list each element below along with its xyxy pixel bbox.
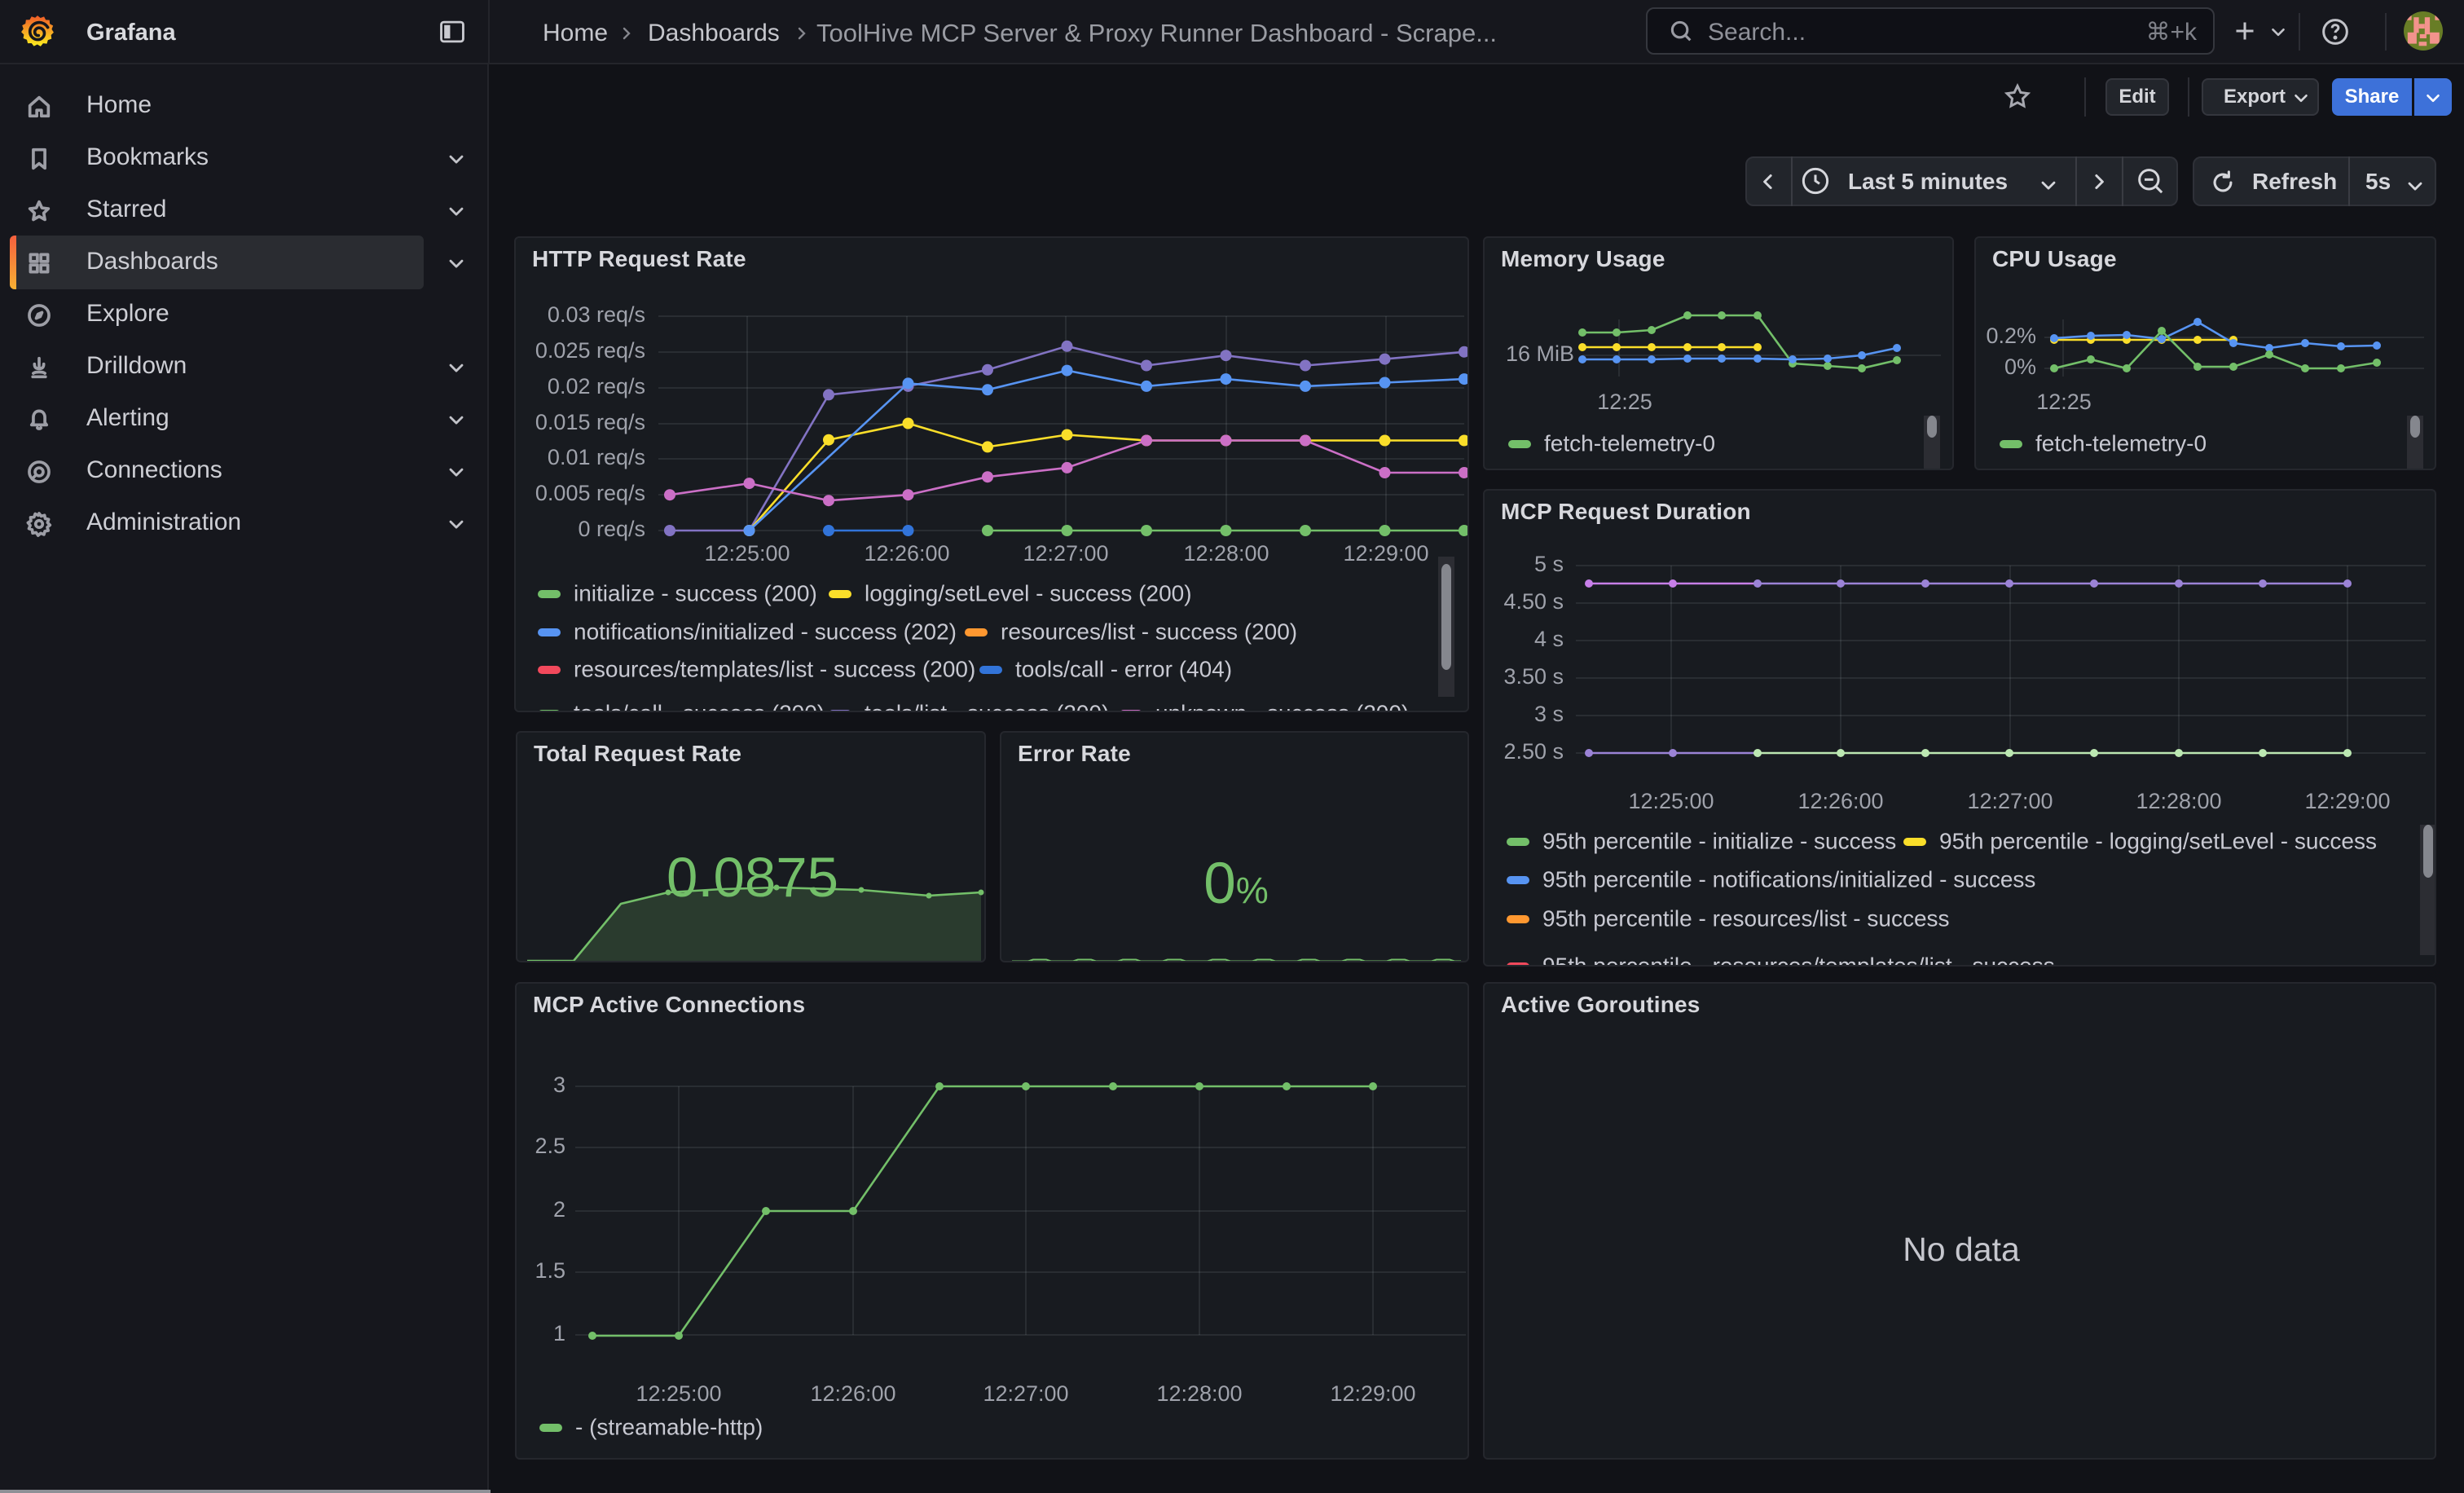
svg-text:12:29:00: 12:29:00 — [1330, 1381, 1415, 1406]
svg-text:- (streamable-http): - (streamable-http) — [575, 1414, 763, 1439]
svg-text:4.50 s: 4.50 s — [1503, 589, 1564, 614]
svg-text:12:27:00: 12:27:00 — [983, 1381, 1068, 1406]
svg-text:16 MiB: 16 MiB — [1506, 341, 1574, 366]
svg-text:4 s: 4 s — [1534, 627, 1564, 651]
svg-text:tools/call - success (200): tools/call - success (200) — [574, 700, 825, 712]
svg-text:fetch-telemetry-0: fetch-telemetry-0 — [1544, 430, 1715, 456]
svg-text:0.005 req/s: 0.005 req/s — [535, 481, 645, 505]
svg-text:logging/setLevel - success (20: logging/setLevel - success (200) — [865, 580, 1192, 606]
svg-text:0 req/s: 0 req/s — [578, 517, 645, 541]
svg-text:12:29:00: 12:29:00 — [2304, 789, 2390, 813]
svg-text:0.01 req/s: 0.01 req/s — [548, 445, 645, 469]
svg-text:95th percentile - initialize -: 95th percentile - initialize - success — [1542, 828, 1896, 853]
svg-text:0.2%: 0.2% — [1986, 324, 2036, 348]
svg-text:3: 3 — [553, 1072, 565, 1097]
svg-text:12:26:00: 12:26:00 — [864, 541, 949, 566]
svg-text:2.50 s: 2.50 s — [1503, 739, 1564, 764]
svg-text:0%: 0% — [2004, 355, 2036, 379]
svg-text:95th percentile - resources/li: 95th percentile - resources/list - succe… — [1542, 905, 1950, 931]
svg-text:12:28:00: 12:28:00 — [2136, 789, 2221, 813]
svg-text:0.015 req/s: 0.015 req/s — [535, 410, 645, 434]
svg-text:0.03 req/s: 0.03 req/s — [548, 302, 645, 327]
svg-text:12:27:00: 12:27:00 — [1023, 541, 1108, 566]
svg-text:unknown - success (200): unknown - success (200) — [1155, 700, 1409, 712]
svg-text:3.50 s: 3.50 s — [1503, 664, 1564, 689]
svg-text:12:27:00: 12:27:00 — [1967, 789, 2053, 813]
svg-text:fetch-telemetry-0: fetch-telemetry-0 — [2035, 430, 2207, 456]
svg-text:2: 2 — [553, 1197, 565, 1222]
svg-text:12:26:00: 12:26:00 — [1797, 789, 1883, 813]
svg-text:95th percentile - notification: 95th percentile - notifications/initiali… — [1542, 866, 2035, 892]
svg-text:12:25: 12:25 — [2036, 390, 2092, 414]
svg-text:95th percentile - logging/setL: 95th percentile - logging/setLevel - suc… — [1939, 828, 2377, 853]
svg-text:12:25: 12:25 — [1597, 390, 1652, 414]
svg-text:resources/list - success (200): resources/list - success (200) — [1001, 619, 1297, 644]
svg-text:12:25:00: 12:25:00 — [1628, 789, 1714, 813]
svg-text:notifications/initialized - su: notifications/initialized - success (202… — [574, 619, 957, 644]
svg-text:95th percentile - resources/te: 95th percentile - resources/templates/li… — [1542, 953, 2055, 967]
svg-text:0.02 req/s: 0.02 req/s — [548, 374, 645, 399]
svg-text:3 s: 3 s — [1534, 702, 1564, 726]
svg-text:12:29:00: 12:29:00 — [1343, 541, 1428, 566]
svg-text:1: 1 — [553, 1321, 565, 1345]
svg-text:12:25:00: 12:25:00 — [704, 541, 790, 566]
svg-text:12:28:00: 12:28:00 — [1183, 541, 1269, 566]
svg-text:tools/call - error (404): tools/call - error (404) — [1015, 656, 1232, 681]
svg-text:0.025 req/s: 0.025 req/s — [535, 338, 645, 363]
svg-text:1.5: 1.5 — [535, 1258, 565, 1283]
svg-text:5 s: 5 s — [1534, 552, 1564, 576]
svg-text:12:28:00: 12:28:00 — [1156, 1381, 1242, 1406]
svg-text:12:25:00: 12:25:00 — [636, 1381, 721, 1406]
svg-text:resources/templates/list - suc: resources/templates/list - success (200) — [574, 656, 975, 681]
svg-text:initialize - success (200): initialize - success (200) — [574, 580, 817, 606]
svg-text:tools/list - success (200): tools/list - success (200) — [865, 700, 1109, 712]
svg-text:12:26:00: 12:26:00 — [810, 1381, 895, 1406]
svg-text:2.5: 2.5 — [535, 1134, 565, 1158]
